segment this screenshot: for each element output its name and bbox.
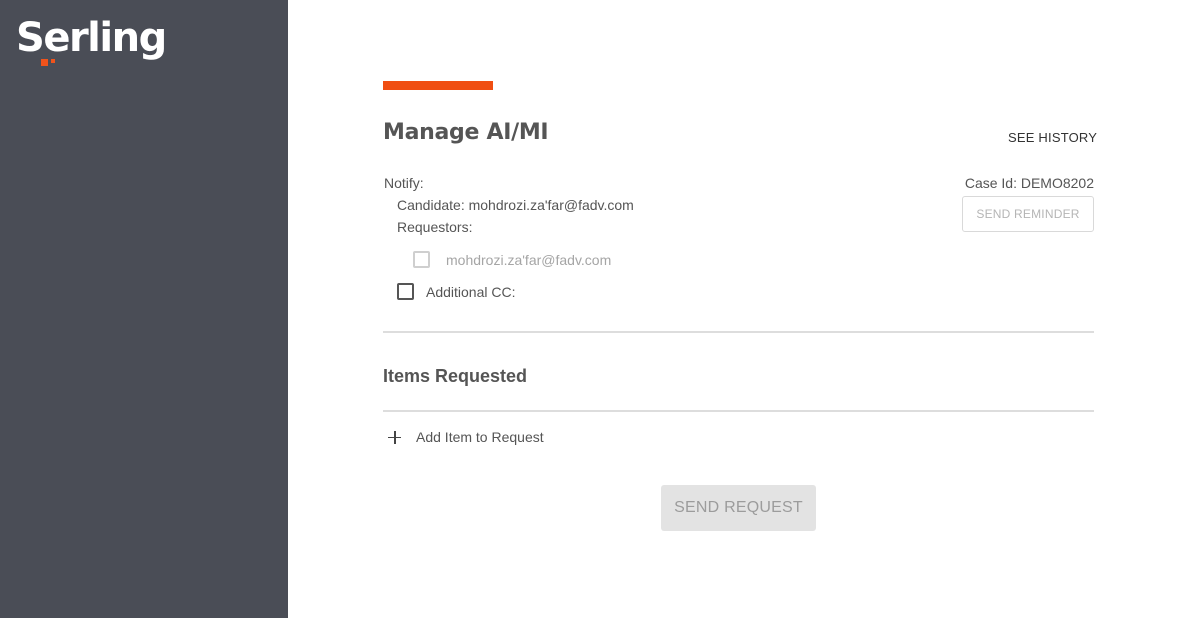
requestors-label: Requestors:: [397, 219, 473, 235]
logo-letter-s: S: [16, 15, 45, 61]
candidate-email: Candidate: mohdrozi.za'far@fadv.com: [397, 197, 634, 213]
logo-accent-square-small: [51, 59, 56, 63]
main-content: Manage AI/MI SEE HISTORY Notify: Candida…: [288, 0, 1185, 618]
additional-cc-label: Additional CC:: [426, 284, 516, 300]
additional-cc-checkbox[interactable]: [397, 283, 414, 300]
logo-suffix: erling: [43, 15, 167, 61]
divider: [383, 331, 1094, 333]
page-title: Manage AI/MI: [383, 120, 549, 145]
sterling-logo[interactable]: Serling: [16, 14, 167, 66]
send-reminder-button[interactable]: SEND REMINDER: [962, 196, 1094, 232]
notify-label: Notify:: [384, 175, 424, 191]
items-requested-title: Items Requested: [383, 366, 528, 386]
send-request-button[interactable]: SEND REQUEST: [661, 485, 816, 531]
requestor-email: mohdrozi.za'far@fadv.com: [446, 252, 612, 268]
sidebar: Serling: [0, 0, 288, 618]
see-history-link[interactable]: SEE HISTORY: [1008, 130, 1097, 145]
case-id: Case Id: DEMO8202: [964, 175, 1094, 191]
add-item-button[interactable]: Add Item to Request: [388, 429, 544, 445]
requestor-checkbox[interactable]: [413, 251, 430, 268]
title-accent-bar: [383, 81, 493, 90]
add-item-label: Add Item to Request: [416, 429, 544, 445]
divider: [383, 410, 1094, 412]
logo-accent-square: [41, 59, 49, 66]
plus-icon: [388, 430, 401, 444]
